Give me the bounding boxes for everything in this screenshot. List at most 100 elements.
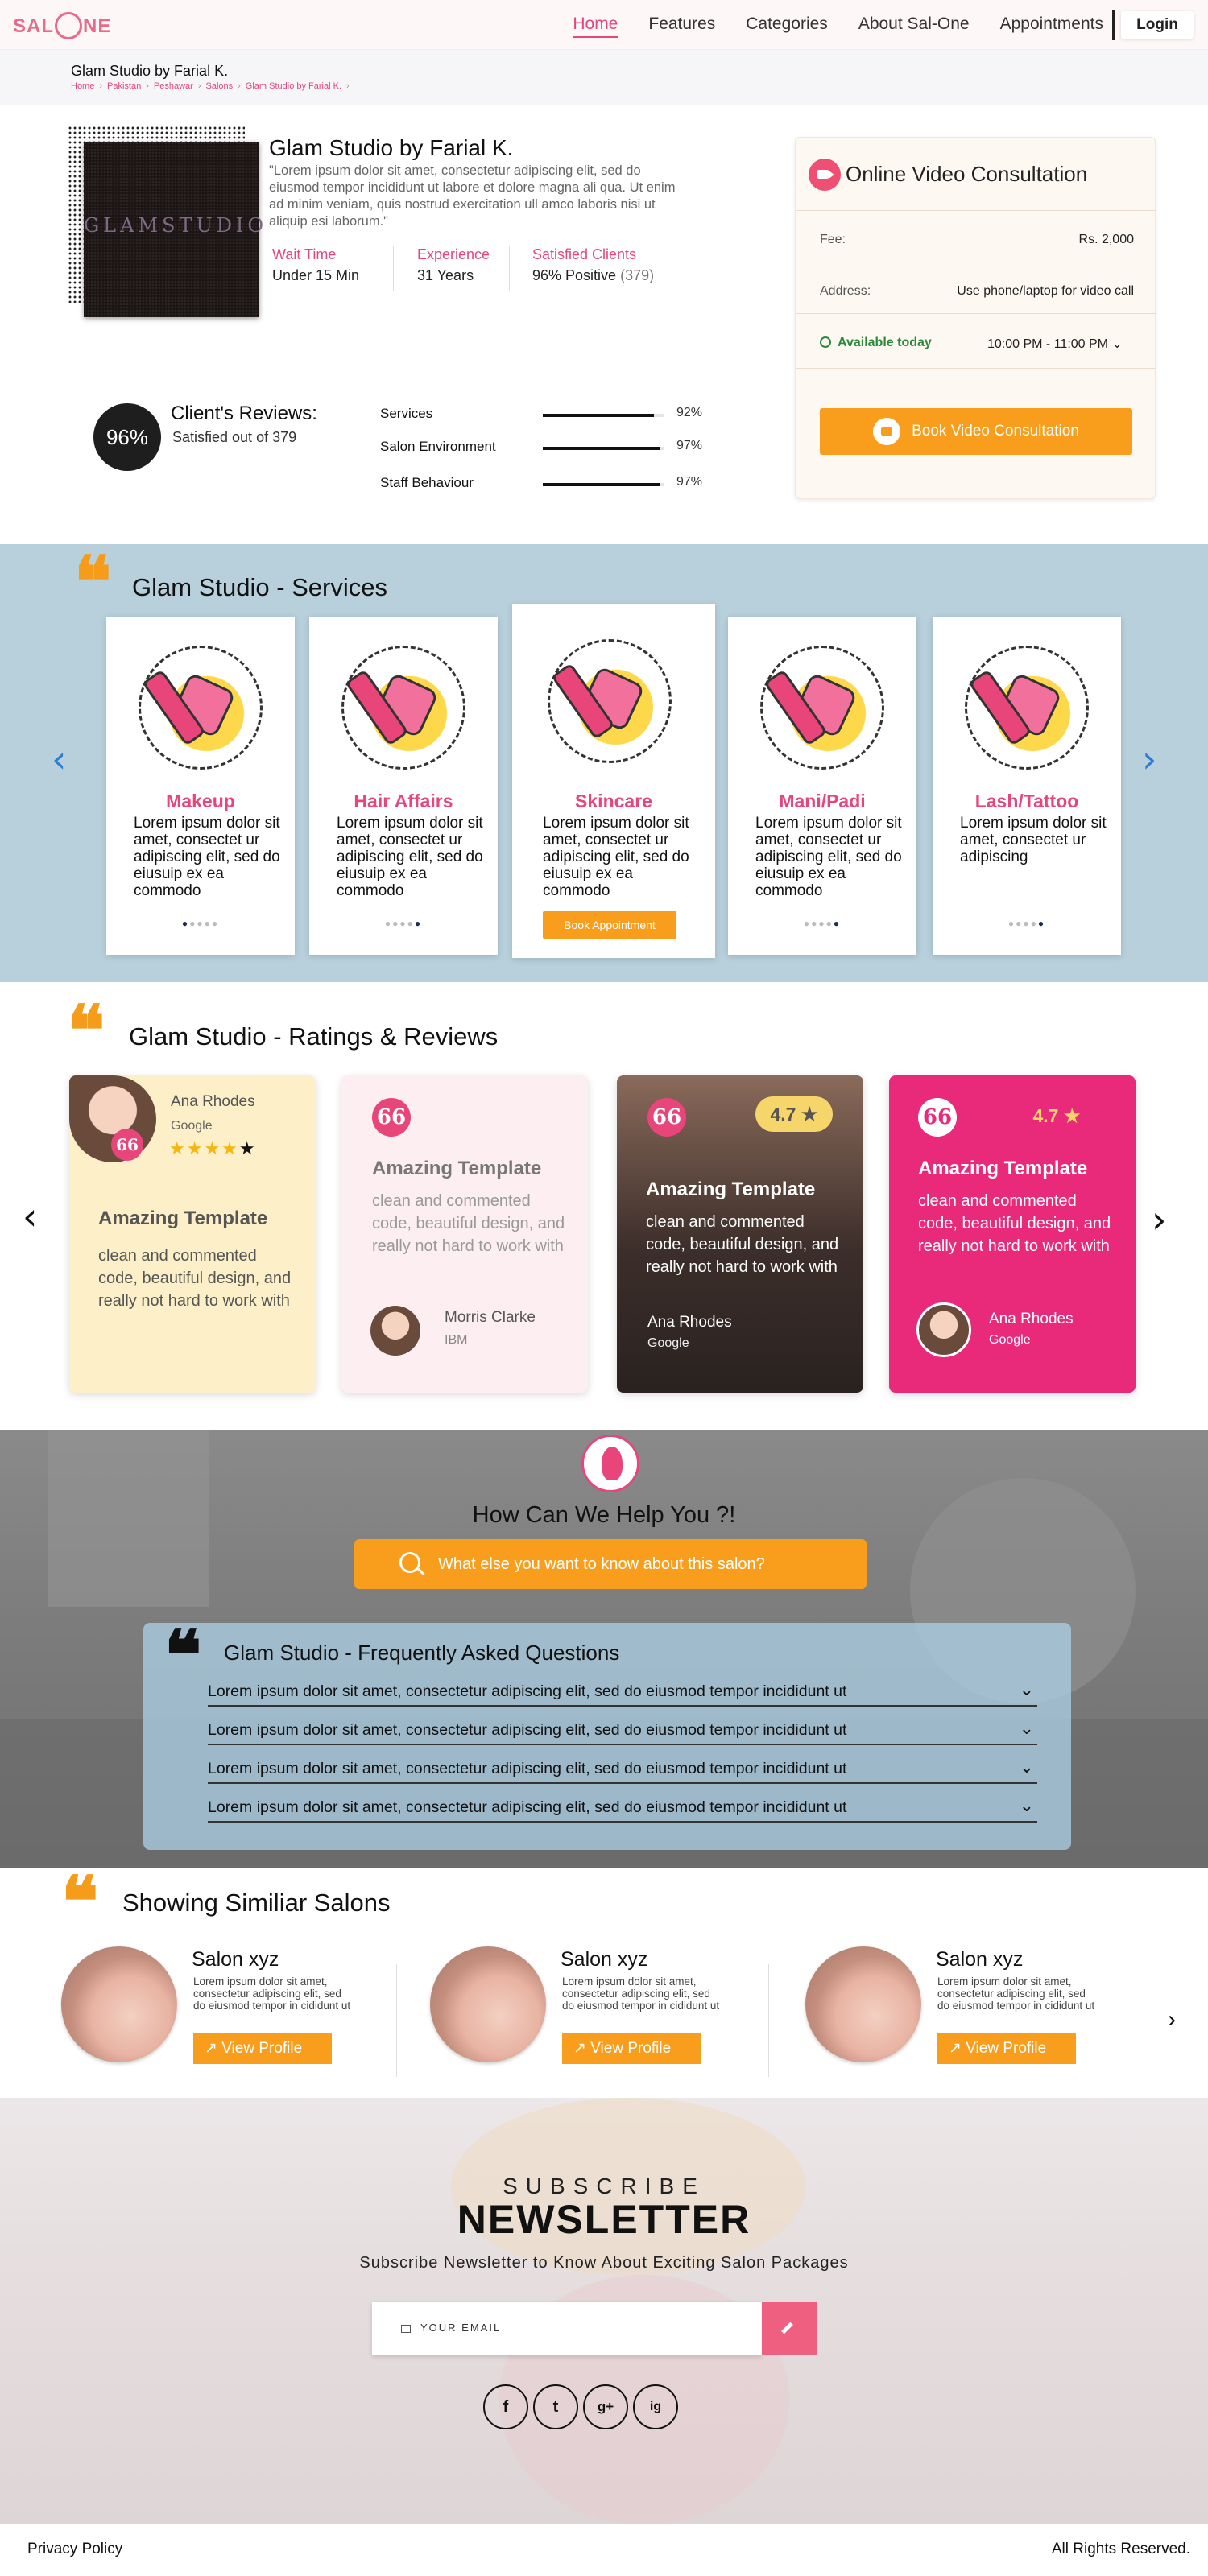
divider: [796, 313, 1156, 314]
nav-appointments[interactable]: Appointments: [1000, 14, 1103, 38]
service-card-mani-padi[interactable]: Mani/Padi Lorem ipsum dolor sit amet, co…: [728, 617, 916, 955]
reviewer-company: Google: [989, 1333, 1031, 1347]
rating-bar-percent: 92%: [676, 406, 703, 419]
address-label: Address:: [820, 284, 871, 298]
breadcrumb-salons[interactable]: Salons: [205, 81, 233, 91]
similar-next-arrow-icon[interactable]: ›: [1168, 2006, 1176, 2033]
quote-icon: ❝: [164, 1615, 202, 1696]
clock-icon: [820, 336, 831, 348]
reviews-next-arrow-icon[interactable]: ›: [1152, 1198, 1166, 1241]
salon-question-search-input[interactable]: What else you want to know about this sa…: [354, 1539, 867, 1589]
stat-label: Wait Time: [272, 246, 337, 262]
salon-thumbnail[interactable]: [430, 1946, 546, 2062]
help-title: How Can We Help You ?!: [472, 1502, 736, 1528]
nav-categories[interactable]: Categories: [746, 14, 828, 38]
review-text: clean and commented code, beautiful desi…: [372, 1192, 565, 1255]
faq-item[interactable]: Lorem ipsum dolor sit amet, consectetur …: [208, 1679, 1037, 1707]
similar-title: Showing Similiar Salons: [122, 1889, 391, 1917]
service-card-makeup[interactable]: Makeup Lorem ipsum dolor sit amet, conse…: [106, 617, 295, 955]
reviewer-company: IBM: [445, 1333, 468, 1347]
service-name: Skincare: [575, 791, 652, 811]
copyright-text: All Rights Reserved.: [1051, 2541, 1190, 2557]
facebook-icon[interactable]: f: [483, 2384, 528, 2429]
breadcrumb-city[interactable]: Peshawar: [154, 81, 193, 91]
service-description: Lorem ipsum dolor sit amet, consectet ur…: [960, 815, 1107, 865]
newsletter-title: NEWSLETTER: [457, 2197, 751, 2242]
nail-polish-icon: [760, 646, 884, 770]
breadcrumb-country[interactable]: Pakistan: [107, 81, 141, 91]
salon-description: "Lorem ipsum dolor sit amet, consectetur…: [269, 163, 676, 229]
instagram-icon[interactable]: ig: [633, 2384, 678, 2429]
reviews-subtitle: Satisfied out of 379: [172, 429, 297, 445]
view-profile-button[interactable]: ↗ View Profile: [937, 2033, 1076, 2064]
service-description: Lorem ipsum dolor sit amet, consectet ur…: [543, 815, 689, 899]
google-plus-icon[interactable]: g+: [583, 2384, 628, 2429]
chevron-down-icon: ⌄: [1019, 1757, 1034, 1777]
nav-about[interactable]: About Sal-One: [858, 14, 970, 38]
reviewer-avatar: [916, 1302, 971, 1357]
stat-divider: [509, 246, 510, 291]
services-prev-arrow-icon[interactable]: ‹: [52, 737, 66, 781]
book-appointment-button[interactable]: Book Appointment: [543, 911, 676, 939]
service-description: Lorem ipsum dolor sit amet, consectet ur…: [337, 815, 483, 899]
nav-home[interactable]: Home: [573, 14, 618, 38]
nav-features[interactable]: Features: [648, 14, 715, 38]
faq-item[interactable]: Lorem ipsum dolor sit amet, consectetur …: [208, 1718, 1037, 1745]
salon-thumbnail[interactable]: [61, 1946, 177, 2062]
time-slot-dropdown[interactable]: 10:00 PM - 11:00 PM ⌄: [987, 336, 1123, 352]
services-next-arrow-icon[interactable]: ›: [1142, 737, 1156, 781]
site-logo[interactable]: SAL NE: [13, 12, 111, 40]
breadcrumb-separator: ›: [197, 81, 201, 91]
rating-badge: 4.7 ★: [755, 1096, 833, 1132]
overall-rating-circle: 96%: [93, 403, 161, 471]
makeup-icon: [139, 646, 263, 770]
rating-bar-track: [543, 447, 664, 450]
video-consultation-card: Online Video Consultation Fee: Rs. 2,000…: [795, 137, 1156, 499]
divider: [796, 368, 1156, 369]
book-video-consultation-button[interactable]: Book Video Consultation: [820, 408, 1132, 455]
reviews-prev-arrow-icon[interactable]: ‹: [23, 1195, 37, 1238]
reviewer-name: Ana Rhodes: [989, 1311, 1074, 1327]
review-title: Amazing Template: [646, 1179, 816, 1200]
login-button[interactable]: Login: [1121, 11, 1194, 39]
divider: [396, 1964, 397, 2077]
rating-bar-track: [543, 483, 664, 486]
main-nav: Home Features Categories About Sal-One A…: [573, 14, 1103, 38]
review-title: Amazing Template: [372, 1158, 542, 1179]
reviewer-name: Ana Rhodes: [171, 1093, 255, 1110]
service-name: Mani/Padi: [779, 791, 866, 811]
rating-bar-fill: [543, 483, 660, 486]
faq-item[interactable]: Lorem ipsum dolor sit amet, consectetur …: [208, 1757, 1037, 1784]
salon-thumbnail[interactable]: [805, 1946, 921, 2062]
envelope-icon: [401, 2325, 411, 2333]
email-input[interactable]: YOUR EMAIL: [372, 2302, 762, 2355]
rating-bar-environment: Salon Environment 97%: [380, 439, 702, 458]
quote-icon: ❝: [74, 541, 112, 622]
faq-item[interactable]: Lorem ipsum dolor sit amet, consectetur …: [208, 1795, 1037, 1823]
service-card-skincare[interactable]: Skincare Lorem ipsum dolor sit amet, con…: [512, 604, 715, 958]
review-text: clean and commented code, beautiful desi…: [918, 1192, 1111, 1255]
salon-description: Lorem ipsum dolor sit amet, consectetur …: [937, 1975, 1095, 2012]
reviewer-name: Ana Rhodes: [647, 1314, 732, 1331]
breadcrumb-home[interactable]: Home: [71, 81, 94, 91]
view-profile-button[interactable]: ↗ View Profile: [193, 2033, 332, 2064]
breadcrumb-title: Glam Studio by Farial K.: [71, 63, 229, 79]
services-title: Glam Studio - Services: [132, 573, 387, 601]
breadcrumb-separator: ›: [146, 81, 149, 91]
salon-cover-image: GLAMSTUDIO: [84, 142, 263, 317]
service-card-hair[interactable]: Hair Affairs Lorem ipsum dolor sit amet,…: [309, 617, 498, 955]
breadcrumb: Home › Pakistan › Peshawar › Salons › Glam S…: [71, 81, 350, 91]
subscribe-submit-button[interactable]: [762, 2302, 817, 2355]
top-navbar: SAL NE Home Features Categories About Sa…: [0, 0, 1208, 50]
rating-bar-services: Services 92%: [380, 406, 702, 425]
view-profile-button[interactable]: ↗ View Profile: [562, 2033, 701, 2064]
review-card: 66 4.7 ★ Amazing Template clean and comm…: [889, 1075, 1136, 1393]
reviews-title: Client's Reviews:: [171, 402, 317, 424]
similar-salon-card: Salon xyz Lorem ipsum dolor sit amet, co…: [805, 1946, 1160, 2075]
rating-bar-staff: Staff Behaviour 97%: [380, 475, 702, 494]
twitter-icon[interactable]: t: [533, 2384, 578, 2429]
service-card-lash-tattoo[interactable]: Lash/Tattoo Lorem ipsum dolor sit amet, …: [933, 617, 1121, 955]
privacy-policy-link[interactable]: Privacy Policy: [27, 2541, 122, 2558]
review-card: 66 Amazing Template clean and commented …: [341, 1075, 588, 1393]
review-title: Amazing Template: [918, 1158, 1088, 1179]
